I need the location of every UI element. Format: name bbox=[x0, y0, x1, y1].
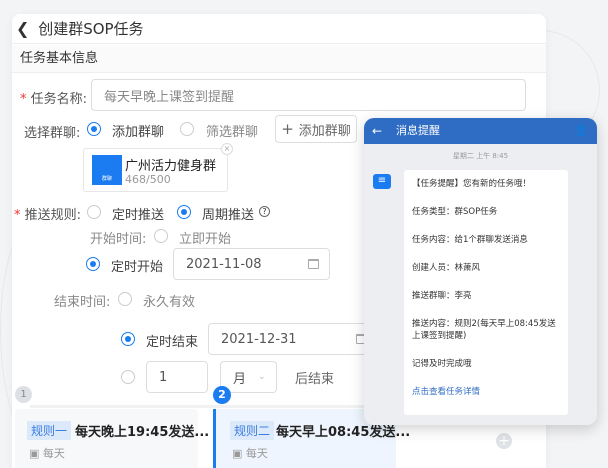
start-date-input[interactable]: 2021-11-08 bbox=[173, 248, 330, 280]
remove-group-icon[interactable]: × bbox=[221, 143, 233, 155]
add-rule-button[interactable]: + bbox=[496, 433, 512, 449]
user-icon[interactable]: 👤 bbox=[574, 118, 588, 144]
back-button[interactable]: ❮ bbox=[16, 19, 29, 38]
duration-count-input[interactable]: 1 bbox=[146, 361, 208, 393]
radio-filter-group[interactable] bbox=[180, 122, 194, 136]
rule-title: 每天晚上19:45发送... bbox=[75, 425, 210, 440]
rule-tag: 规则二 bbox=[230, 421, 275, 440]
message-line: 推送内容：规则2(每天早上08:45发送上课签到提醒) bbox=[412, 319, 556, 341]
page-header: ❮ 创建群SOP任务 bbox=[12, 14, 546, 44]
radio-periodic-push[interactable] bbox=[177, 205, 191, 219]
help-icon[interactable]: ? bbox=[259, 206, 270, 217]
phone-title: 消息提醒 bbox=[396, 124, 440, 137]
add-group-label: 添加群聊 bbox=[298, 123, 351, 139]
radio-label: 周期推送 bbox=[202, 208, 255, 223]
group-card: 群聊 广州活力健身群 468/500 × bbox=[83, 143, 233, 192]
radio-label: 定时结束 bbox=[146, 335, 199, 350]
radio-label: 筛选群聊 bbox=[206, 125, 259, 140]
start-time-label: 开始时间: bbox=[90, 232, 147, 247]
radio-end-after[interactable] bbox=[121, 370, 135, 384]
step-1: 1 bbox=[15, 386, 32, 403]
message-icon: ≡ bbox=[373, 174, 391, 189]
calendar-icon bbox=[308, 259, 319, 269]
message-bubble: 【任务提醒】您有新的任务哦！ 任务类型：群SOP任务 任务内容：给1个群聊发送消… bbox=[404, 170, 568, 415]
radio-end-timed[interactable] bbox=[121, 332, 135, 346]
end-suffix: 后结束 bbox=[295, 372, 335, 387]
add-group-button[interactable]: + 添加群聊 bbox=[275, 115, 357, 143]
message-line: 创建人员：林萧风 bbox=[412, 263, 481, 273]
section-title: 任务基本信息 bbox=[12, 45, 546, 73]
radio-end-forever[interactable] bbox=[118, 292, 132, 306]
radio-start-now[interactable] bbox=[154, 229, 168, 243]
radio-start-timed[interactable] bbox=[86, 257, 100, 271]
message-line: 任务类型：群SOP任务 bbox=[412, 207, 498, 217]
radio-label: 永久有效 bbox=[143, 295, 196, 310]
task-detail-link[interactable]: 点击查看任务详情 bbox=[412, 386, 560, 398]
step-2: 2 bbox=[213, 386, 231, 404]
radio-label: 添加群聊 bbox=[112, 125, 165, 140]
group-name: 广州活力健身群 bbox=[125, 159, 217, 174]
task-name-input[interactable]: 每天早晚上课签到提醒 bbox=[91, 79, 526, 111]
message-line: 【任务提醒】您有新的任务哦！ bbox=[412, 179, 532, 189]
task-name-label: * 任务名称: bbox=[20, 92, 88, 107]
message-line: 任务内容：给1个群聊发送消息 bbox=[412, 235, 528, 245]
phone-title-bar: ← 消息提醒 👤 bbox=[364, 118, 597, 144]
radio-label: 定时开始 bbox=[111, 260, 164, 275]
push-rule-label: * 推送规则: bbox=[14, 208, 82, 223]
end-date-input[interactable]: 2021-12-31 bbox=[208, 323, 378, 355]
message-line: 推送群聊：李亮 bbox=[412, 291, 472, 301]
group-label: 选择群聊: bbox=[24, 126, 81, 141]
radio-add-group[interactable] bbox=[87, 122, 101, 136]
rule-frequency: ▣ 每天 bbox=[29, 447, 65, 460]
end-time-label: 结束时间: bbox=[54, 295, 111, 310]
plus-icon: + bbox=[281, 120, 294, 138]
message-line: 记得及时完成哦 bbox=[412, 359, 472, 369]
message-notification-preview: ← 消息提醒 👤 星期二 上午 8:45 ≡ 【任务提醒】您有新的任务哦！ 任务… bbox=[364, 118, 597, 425]
rule-frequency: ▣ 每天 bbox=[232, 447, 268, 460]
group-member-count: 468/500 bbox=[125, 173, 171, 186]
back-arrow-icon[interactable]: ← bbox=[372, 118, 382, 144]
rule-card-1[interactable]: 规则一 每天晚上19:45发送... ▣ 每天 bbox=[15, 409, 209, 468]
page-title: 创建群SOP任务 bbox=[38, 20, 144, 38]
message-time: 星期二 上午 8:45 bbox=[452, 152, 509, 160]
radio-timed-push[interactable] bbox=[87, 205, 101, 219]
radio-label: 定时推送 bbox=[112, 208, 165, 223]
chevron-down-icon: ⌄ bbox=[258, 372, 266, 382]
group-avatar-icon: 群聊 bbox=[92, 155, 122, 185]
radio-label: 立即开始 bbox=[179, 232, 232, 247]
rule-tag: 规则一 bbox=[27, 421, 72, 440]
